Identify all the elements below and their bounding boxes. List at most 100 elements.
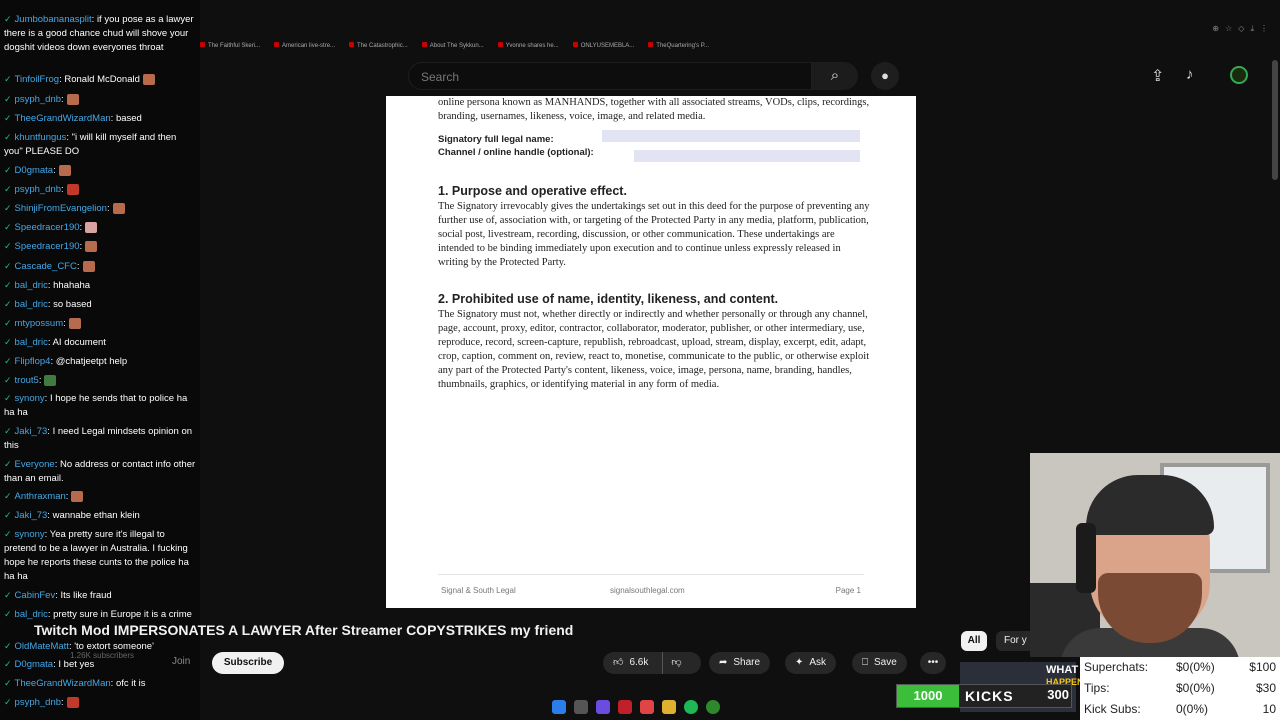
chat-username: OldMateMatt xyxy=(14,641,69,652)
bookmark[interactable]: TheQuartering's P... xyxy=(648,42,709,49)
folder-icon[interactable] xyxy=(662,700,676,714)
avatar[interactable] xyxy=(1230,66,1248,84)
bookmark[interactable]: The Catastrophic... xyxy=(349,42,408,49)
stat-row: Superchats: $0(0%) $100 xyxy=(1084,660,1280,680)
chat-message: ✓ khuntfungus: "i will kill myself and th… xyxy=(4,132,177,157)
badge-icon: ✓ xyxy=(4,204,12,214)
badge-icon: ✓ xyxy=(4,394,12,404)
channel-field[interactable] xyxy=(634,150,860,162)
signatory-field[interactable] xyxy=(602,130,860,142)
search-input[interactable]: Search xyxy=(408,62,812,90)
badge-icon: ✓ xyxy=(4,281,12,291)
chat-message: ✓ Anthraxman: xyxy=(4,490,196,504)
chat-message: ✓ Jaki_73: wannabe ethan klein xyxy=(4,510,140,521)
footer-company: Signal & South Legal xyxy=(441,586,516,595)
chat-text: Ronald McDonald xyxy=(64,74,140,85)
chat-text: based xyxy=(115,113,142,124)
chip-all[interactable]: All xyxy=(961,631,987,651)
save-button[interactable]: ⎕ Save xyxy=(852,652,907,674)
notifications-bell-icon[interactable]: ♪ xyxy=(1186,66,1194,83)
chat-message: ✓ bal_dric: hhahaha xyxy=(4,280,91,291)
chat-message: ✓ Everyone: No address or contact info ot… xyxy=(4,459,196,484)
youtube-header: Search ⌕ ● ⇪ ♪ xyxy=(200,56,1280,96)
scrollbar[interactable] xyxy=(1272,60,1278,180)
emote-icon xyxy=(66,183,79,195)
footer-website: signalsouthlegal.com xyxy=(610,586,685,595)
emote-icon xyxy=(58,164,71,176)
emote-icon xyxy=(71,490,84,502)
chat-username: psyph_dnb xyxy=(14,184,62,195)
zoom-icon[interactable]: ⊕ xyxy=(1212,24,1219,34)
emote-icon xyxy=(66,696,79,708)
badge-icon: ✓ xyxy=(4,511,12,521)
ask-button[interactable]: ✦ Ask xyxy=(785,652,837,674)
browser-icon[interactable] xyxy=(640,700,654,714)
bookmark[interactable]: Yvonne shares he... xyxy=(498,42,559,49)
stat-label: Kick Subs: xyxy=(1084,702,1141,716)
chat-text: I bet yes xyxy=(58,659,95,670)
chat-text: hhahaha xyxy=(53,280,91,291)
chat-overlay: ✓ Jumbobananasplit: if you pose as a lawy… xyxy=(0,0,200,720)
chat-username: ShinjiFromEvangelion xyxy=(14,203,107,214)
upload-icon[interactable]: ⇪ xyxy=(1151,66,1164,86)
chat-username: Jaki_73 xyxy=(14,510,48,521)
discord-icon[interactable] xyxy=(596,700,610,714)
chat-message: ✓ psyph_dnb: xyxy=(4,696,196,710)
badge-icon: ✓ xyxy=(4,95,12,105)
kicks-label: KICKS xyxy=(965,688,1014,704)
badge-icon: ✓ xyxy=(4,75,12,85)
chat-text: @chatjeetpt help xyxy=(55,356,128,367)
chat-message: ✓ trout5: xyxy=(4,374,196,388)
taskbar xyxy=(552,700,720,718)
menu-icon[interactable]: ⋮ xyxy=(1260,24,1268,34)
chat-message: ✓ synony: I hope he sends that to police … xyxy=(4,393,188,418)
stat-goal: 10 xyxy=(1262,702,1276,716)
spotify-icon[interactable] xyxy=(684,700,698,714)
chat-username: bal_dric xyxy=(14,609,48,620)
join-button[interactable]: Join xyxy=(172,656,190,667)
thumbs-up-icon[interactable]: 👍︎ xyxy=(613,652,623,674)
badge-icon: ✓ xyxy=(4,185,12,195)
subscriber-count: 1.26K subscribers xyxy=(70,651,135,660)
voice-search-button[interactable]: ● xyxy=(871,62,899,90)
bookmark[interactable]: The Faithful Skeri... xyxy=(200,42,260,49)
badge-icon: ✓ xyxy=(4,698,12,708)
section2-body: The Signatory must not, whether directly… xyxy=(438,309,870,390)
thumbs-down-icon[interactable]: 👎︎ xyxy=(662,652,682,674)
more-icon: ••• xyxy=(927,657,939,668)
star-icon[interactable]: ☆ xyxy=(1225,24,1232,34)
chat-username: Anthraxman xyxy=(14,491,66,502)
chat-text: ofc it is xyxy=(115,678,146,689)
chat-username: khuntfungus xyxy=(14,132,67,143)
puzzle-icon[interactable]: ◇ xyxy=(1238,24,1244,34)
windows-icon[interactable] xyxy=(552,700,566,714)
badge-icon: ✓ xyxy=(4,300,12,310)
search-button[interactable]: ⌕ xyxy=(812,62,858,90)
share-button[interactable]: ➦ Share xyxy=(709,652,771,674)
section1-heading: 1. Purpose and operative effect. xyxy=(438,184,627,198)
bookmark[interactable]: American live-stre... xyxy=(274,42,335,49)
bookmark[interactable]: ONLYUSEMEBLA... xyxy=(573,42,635,49)
search-icon[interactable] xyxy=(574,700,588,714)
badge-icon: ✓ xyxy=(4,679,12,689)
chat-username: TheeGrandWizardMan xyxy=(14,113,111,124)
donation-stats: Superchats: $0(0%) $100 Tips: $0(0%) $30… xyxy=(1080,657,1280,720)
bookmark[interactable]: About The Sykkun... xyxy=(422,42,484,49)
like-count[interactable]: 6.6k xyxy=(629,652,648,674)
subscribe-button[interactable]: Subscribe xyxy=(212,652,284,674)
kicks-count: 1000 xyxy=(897,685,959,707)
download-icon[interactable]: ⤓ xyxy=(1250,24,1254,34)
chat-username: CabinFev xyxy=(14,590,56,601)
more-actions-button[interactable]: ••• xyxy=(920,652,946,674)
xbox-icon[interactable] xyxy=(706,700,720,714)
screen: { "browser": { "bookmarks": ["The Faithf… xyxy=(0,0,1280,720)
chat-message: ✓ bal_dric: pretty sure in Europe it is a… xyxy=(4,609,192,620)
obs-icon[interactable] xyxy=(618,700,632,714)
chat-message: ✓ CabinFev: Its like fraud xyxy=(4,590,112,601)
chat-message: ✓ mtypossum: xyxy=(4,317,196,331)
chat-message: ✓ Jumbobananasplit: if you pose as a lawy… xyxy=(4,14,194,53)
badge-icon: ✓ xyxy=(4,319,12,329)
emote-icon xyxy=(68,317,81,329)
section1-body: The Signatory irrevocably gives the unde… xyxy=(438,201,870,268)
stat-value: $0(0%) xyxy=(1176,660,1215,674)
